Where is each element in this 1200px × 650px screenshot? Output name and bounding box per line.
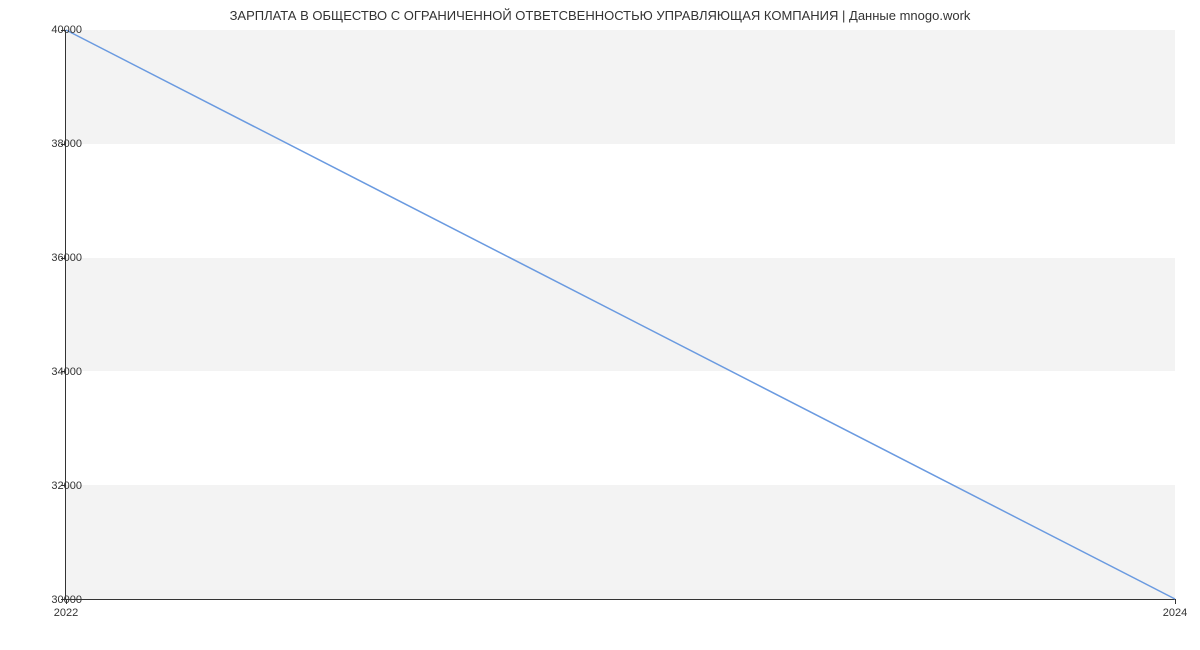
y-tick-label: 38000 <box>32 138 82 150</box>
x-tick-label: 2022 <box>54 607 78 619</box>
chart-line-svg <box>66 30 1175 599</box>
y-tick-label: 32000 <box>32 480 82 492</box>
x-tick-mark <box>1175 599 1176 604</box>
chart-container: 2022 2024 <box>65 30 1175 600</box>
y-tick-label: 36000 <box>32 252 82 264</box>
x-tick-label: 2024 <box>1163 607 1187 619</box>
plot-area: 2022 2024 <box>65 30 1175 600</box>
y-tick-label: 34000 <box>32 366 82 378</box>
chart-title: ЗАРПЛАТА В ОБЩЕСТВО С ОГРАНИЧЕННОЙ ОТВЕТ… <box>0 0 1200 27</box>
data-line <box>66 30 1175 599</box>
y-tick-label: 40000 <box>32 24 82 36</box>
y-tick-label: 30000 <box>32 594 82 606</box>
